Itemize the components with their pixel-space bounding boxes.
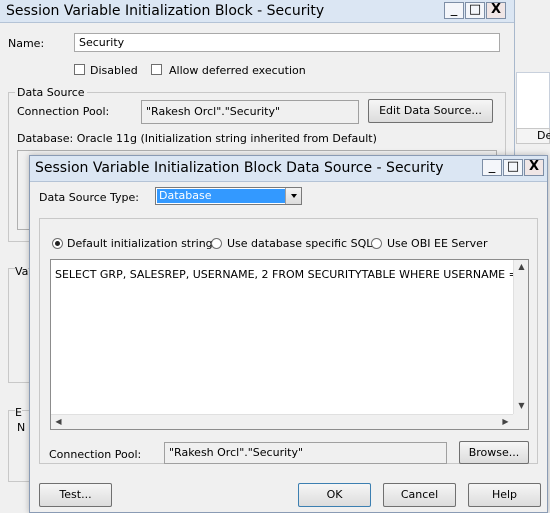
front-connection-pool-field: "Rakesh Orcl"."Security" xyxy=(164,442,447,464)
database-info-text: Database: Oracle 11g (Initialization str… xyxy=(17,132,377,145)
db-specific-sql-label: Use database specific SQL xyxy=(227,237,373,250)
db-specific-sql-radio[interactable] xyxy=(211,238,222,249)
back-connection-pool-label: Connection Pool: xyxy=(17,105,110,118)
data-source-dialog-title: Session Variable Initialization Block Da… xyxy=(35,160,444,176)
edit-data-source-button[interactable]: Edit Data Source... xyxy=(368,99,493,123)
scroll-right-icon[interactable]: ▶ xyxy=(498,415,513,429)
obiee-server-label: Use OBI EE Server xyxy=(387,237,488,250)
ok-button[interactable]: OK xyxy=(298,483,371,507)
scroll-up-icon[interactable]: ▲ xyxy=(514,260,528,275)
back-close-button[interactable]: X xyxy=(486,2,506,19)
execution-group-label: E xyxy=(15,406,22,419)
sql-text: SELECT GRP, SALESREP, USERNAME, 2 FROM S… xyxy=(55,268,513,281)
front-minimize-button[interactable]: _ xyxy=(482,159,502,176)
data-source-group-label: Data Source xyxy=(15,86,87,99)
execution-group-sublabel: N xyxy=(17,421,26,434)
front-close-button[interactable]: X xyxy=(524,159,544,176)
scroll-corner xyxy=(513,414,528,429)
data-source-type-selected: Database xyxy=(157,189,285,203)
data-source-dialog-titlebar: Session Variable Initialization Block Da… xyxy=(30,156,547,182)
scroll-down-icon[interactable]: ▼ xyxy=(514,399,528,414)
horizontal-scrollbar[interactable]: ◀ ▶ xyxy=(51,414,513,429)
data-source-type-label: Data Source Type: xyxy=(39,191,140,204)
back-connection-pool-field: "Rakesh Orcl"."Security" xyxy=(141,100,359,124)
back-maximize-button[interactable]: □ xyxy=(465,2,485,19)
data-source-dialog: Session Variable Initialization Block Da… xyxy=(29,155,548,513)
sql-textarea[interactable]: SELECT GRP, SALESREP, USERNAME, 2 FROM S… xyxy=(50,259,529,430)
back-window-titlebar: Session Variable Initialization Block - … xyxy=(0,0,514,23)
browse-button[interactable]: Browse... xyxy=(459,441,529,464)
deferred-execution-label: Allow deferred execution xyxy=(169,64,306,77)
help-button[interactable]: Help xyxy=(468,483,541,507)
chevron-down-icon[interactable] xyxy=(285,188,301,204)
front-connection-pool-label: Connection Pool: xyxy=(49,448,142,461)
background-window-column-label: De xyxy=(537,129,550,142)
disabled-checkbox[interactable] xyxy=(74,64,85,75)
obiee-server-radio[interactable] xyxy=(371,238,382,249)
background-window-panel xyxy=(516,72,550,132)
disabled-label: Disabled xyxy=(90,64,138,77)
data-source-type-select[interactable]: Database xyxy=(155,187,302,205)
name-label: Name: xyxy=(8,37,45,50)
default-init-string-radio[interactable] xyxy=(52,238,63,249)
test-button[interactable]: Test... xyxy=(39,483,112,507)
front-maximize-button[interactable]: □ xyxy=(503,159,523,176)
cancel-button[interactable]: Cancel xyxy=(383,483,456,507)
scroll-left-icon[interactable]: ◀ xyxy=(51,415,66,429)
vertical-scrollbar[interactable]: ▲ ▼ xyxy=(513,260,528,414)
variables-group-label: Va xyxy=(15,265,29,278)
back-window-title: Session Variable Initialization Block - … xyxy=(6,3,325,19)
default-init-string-label: Default initialization string xyxy=(67,237,213,250)
deferred-execution-checkbox[interactable] xyxy=(151,64,162,75)
name-field[interactable]: Security xyxy=(74,33,500,52)
back-minimize-button[interactable]: _ xyxy=(444,2,464,19)
